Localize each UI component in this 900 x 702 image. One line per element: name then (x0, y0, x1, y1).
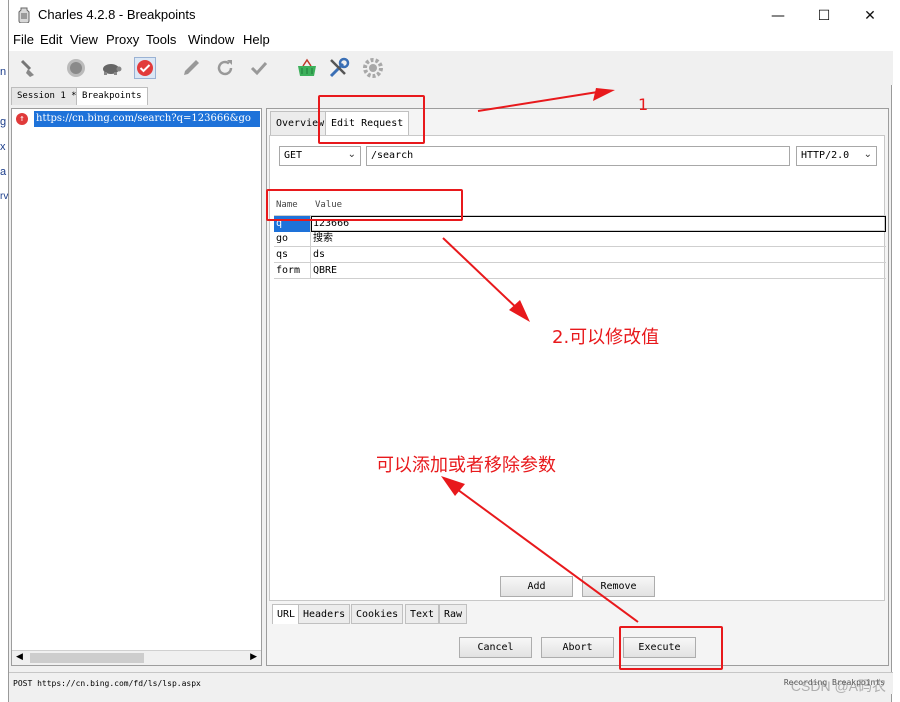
tab-session-1[interactable]: Session 1 * (11, 87, 83, 105)
edge-letter: x (0, 141, 6, 153)
table-row[interactable]: qs ds (274, 247, 886, 263)
maximize-icon[interactable]: ☐ (801, 0, 847, 31)
session-tab-bar: Session 1 * Breakpoints (9, 85, 893, 105)
annotation-step-1: 1 (638, 95, 649, 114)
minimize-icon[interactable]: — (755, 0, 801, 31)
scroll-thumb[interactable] (30, 653, 144, 663)
tab-cookies[interactable]: Cookies (351, 604, 404, 624)
turtle-icon[interactable] (99, 56, 123, 80)
toolbar (9, 51, 893, 85)
status-bar: POST https://cn.bing.com/fd/ls/lsp.aspx … (9, 672, 893, 694)
refresh-icon[interactable] (213, 56, 237, 80)
menu-help[interactable]: Help (243, 32, 270, 47)
basket-icon[interactable] (295, 56, 319, 80)
chevron-down-icon: ⌄ (863, 149, 872, 160)
protocol-value: HTTP/2.0 (801, 150, 850, 161)
table-row[interactable]: go 搜索 (274, 231, 886, 247)
edge-letter: n (0, 66, 7, 78)
menu-bar: File Edit View Proxy Tools Window Help (9, 31, 893, 51)
remove-param-button[interactable]: Remove (582, 576, 655, 597)
param-value[interactable]: ds (311, 247, 886, 263)
menu-view[interactable]: View (70, 32, 98, 47)
add-param-button[interactable]: Add (500, 576, 573, 597)
menu-proxy[interactable]: Proxy (106, 32, 139, 47)
annotation-modify-value: 2.可以修改值 (552, 327, 660, 348)
annotation-add-remove: 可以添加或者移除参数 (376, 455, 556, 476)
breakpoint-icon[interactable] (133, 56, 157, 80)
path-input[interactable]: /search (366, 146, 790, 166)
window-title: Charles 4.2.8 - Breakpoints (38, 7, 196, 22)
param-name[interactable]: go (274, 231, 311, 247)
protocol-select[interactable]: HTTP/2.0 ⌄ (796, 146, 877, 166)
chevron-down-icon: ⌄ (347, 149, 356, 160)
charles-jug-icon (18, 7, 30, 23)
menu-window[interactable]: Window (188, 32, 234, 47)
annotation-box-execute (619, 626, 723, 670)
tab-text[interactable]: Text (405, 604, 440, 624)
tab-raw[interactable]: Raw (439, 604, 468, 624)
method-value: GET (284, 150, 303, 161)
request-up-arrow-icon: ↑ (16, 113, 28, 125)
param-value[interactable]: 搜索 (311, 231, 886, 247)
path-value: /search (371, 150, 414, 161)
tab-url[interactable]: URL (272, 604, 301, 624)
tools-icon[interactable] (327, 56, 351, 80)
tree-item[interactable]: ↑ https://cn.bing.com/search?q=123666&go (14, 111, 260, 127)
pen-icon[interactable] (179, 56, 203, 80)
title-bar[interactable]: Charles 4.2.8 - Breakpoints — ☐ ✕ (9, 0, 893, 31)
request-view-tabs: URL Headers Cookies Text Raw (269, 604, 885, 626)
scroll-right-icon[interactable]: ▶ (250, 652, 257, 662)
annotation-box-edit-request (318, 95, 425, 144)
table-row[interactable]: form QBRE (274, 263, 886, 279)
menu-edit[interactable]: Edit (40, 32, 62, 47)
annotation-box-param (266, 189, 463, 221)
watermark: CSDN @A码农 (790, 678, 886, 694)
cancel-button[interactable]: Cancel (459, 637, 532, 658)
settings-icon[interactable] (361, 56, 385, 80)
tree-item-url: https://cn.bing.com/search?q=123666&go (34, 111, 260, 127)
record-icon[interactable] (64, 56, 88, 80)
scroll-left-icon[interactable]: ◀ (16, 652, 23, 662)
param-name[interactable]: qs (274, 247, 311, 263)
menu-tools[interactable]: Tools (146, 32, 176, 47)
menu-file[interactable]: File (13, 32, 34, 47)
param-name[interactable]: form (274, 263, 311, 279)
close-icon[interactable]: ✕ (847, 0, 893, 31)
check-icon[interactable] (247, 56, 271, 80)
structure-tree: ↑ https://cn.bing.com/search?q=123666&go… (11, 108, 262, 666)
charles-window: Charles 4.2.8 - Breakpoints — ☐ ✕ File E… (8, 0, 893, 702)
method-select[interactable]: GET ⌄ (279, 146, 361, 166)
tab-headers[interactable]: Headers (298, 604, 351, 624)
broom-icon[interactable] (17, 56, 41, 80)
tab-breakpoints[interactable]: Breakpoints (76, 87, 148, 105)
edge-letter: g (0, 116, 7, 128)
edge-letter: a (0, 166, 7, 178)
horizontal-scrollbar[interactable]: ◀ ▶ (12, 650, 261, 665)
abort-button[interactable]: Abort (541, 637, 614, 658)
background-edge: n g x a rv (0, 0, 8, 702)
param-value[interactable]: QBRE (311, 263, 886, 279)
status-text: POST https://cn.bing.com/fd/ls/lsp.aspx (13, 679, 201, 688)
